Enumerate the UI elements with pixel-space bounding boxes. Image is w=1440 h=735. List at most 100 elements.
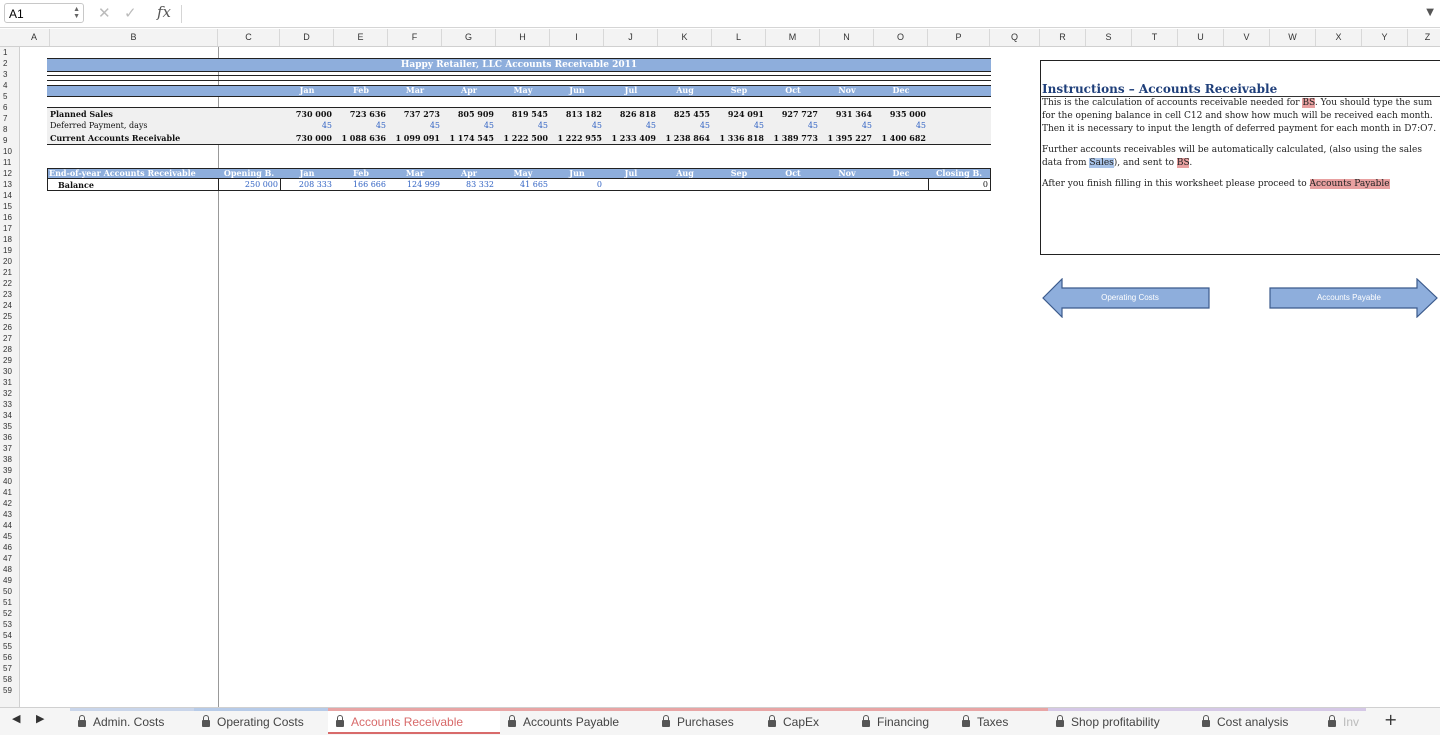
row-header-2[interactable]: 2 [0, 58, 18, 69]
current-ar-cell[interactable]: 1 233 409 [602, 132, 656, 144]
row-header-23[interactable]: 23 [0, 289, 18, 300]
row-header-53[interactable]: 53 [0, 619, 18, 630]
balance-cell[interactable]: 0 [548, 179, 602, 191]
column-header-x[interactable]: X [1316, 29, 1362, 46]
row-header-58[interactable]: 58 [0, 674, 18, 685]
planned-sales-cell[interactable]: 730 000 [278, 108, 332, 120]
next-sheet-label[interactable]: Accounts Payable [1271, 292, 1427, 304]
row-header-33[interactable]: 33 [0, 399, 18, 410]
bs-link[interactable]: BS [1176, 158, 1190, 168]
column-header-m[interactable]: M [766, 29, 820, 46]
deferred-payment-cell[interactable]: 45 [494, 120, 548, 132]
row-header-27[interactable]: 27 [0, 333, 18, 344]
column-header-d[interactable]: D [280, 29, 334, 46]
function-icon[interactable]: fx [157, 3, 171, 21]
planned-sales-cell[interactable]: 723 636 [332, 108, 386, 120]
sheet-tab[interactable]: Accounts Payable [500, 708, 654, 734]
column-header-q[interactable]: Q [990, 29, 1040, 46]
row-header-24[interactable]: 24 [0, 300, 18, 311]
balance-cell[interactable]: 166 666 [332, 179, 386, 191]
row-header-4[interactable]: 4 [0, 80, 18, 91]
sheet-tab[interactable]: Taxes [954, 708, 1048, 734]
deferred-payment-cell[interactable]: 45 [872, 120, 926, 132]
row-header-54[interactable]: 54 [0, 630, 18, 641]
row-header-7[interactable]: 7 [0, 113, 18, 124]
current-ar-cell[interactable]: 1 222 500 [494, 132, 548, 144]
current-ar-cell[interactable]: 1 174 545 [440, 132, 494, 144]
row-header-12[interactable]: 12 [0, 168, 18, 179]
row-header-15[interactable]: 15 [0, 201, 18, 212]
column-header-v[interactable]: V [1224, 29, 1270, 46]
row-header-11[interactable]: 11 [0, 157, 18, 168]
row-header-25[interactable]: 25 [0, 311, 18, 322]
column-header-e[interactable]: E [334, 29, 388, 46]
row-header-14[interactable]: 14 [0, 190, 18, 201]
row-header-17[interactable]: 17 [0, 223, 18, 234]
sheet-tab[interactable]: Financing [854, 708, 954, 734]
sheet-tab[interactable]: Shop profitability [1048, 708, 1194, 734]
column-header-y[interactable]: Y [1362, 29, 1408, 46]
planned-sales-cell[interactable]: 825 455 [656, 108, 710, 120]
deferred-payment-cell[interactable]: 45 [332, 120, 386, 132]
row-header-3[interactable]: 3 [0, 69, 18, 80]
name-box-stepper-icon[interactable]: ▲ ▼ [73, 6, 80, 20]
row-header-21[interactable]: 21 [0, 267, 18, 278]
column-header-k[interactable]: K [658, 29, 712, 46]
scroll-tabs-right-icon[interactable]: ▶ [36, 712, 44, 725]
row-header-31[interactable]: 31 [0, 377, 18, 388]
column-header-p[interactable]: P [928, 29, 990, 46]
row-header-39[interactable]: 39 [0, 465, 18, 476]
planned-sales-cell[interactable]: 935 000 [872, 108, 926, 120]
planned-sales-cell[interactable]: 737 273 [386, 108, 440, 120]
row-header-44[interactable]: 44 [0, 520, 18, 531]
row-header-37[interactable]: 37 [0, 443, 18, 454]
row-header-9[interactable]: 9 [0, 135, 18, 146]
deferred-payment-cell[interactable]: 45 [278, 120, 332, 132]
row-header-35[interactable]: 35 [0, 421, 18, 432]
column-header-w[interactable]: W [1270, 29, 1316, 46]
scroll-tabs-left-icon[interactable]: ◀ [12, 712, 20, 725]
row-header-59[interactable]: 59 [0, 685, 18, 696]
deferred-payment-cell[interactable]: 45 [656, 120, 710, 132]
column-header-z[interactable]: Z [1408, 29, 1440, 46]
sheet-tab[interactable]: Admin. Costs [70, 708, 194, 734]
planned-sales-cell[interactable]: 819 545 [494, 108, 548, 120]
row-header-8[interactable]: 8 [0, 124, 18, 135]
column-header-f[interactable]: F [388, 29, 442, 46]
column-header-n[interactable]: N [820, 29, 874, 46]
current-ar-cell[interactable]: 1 238 864 [656, 132, 710, 144]
column-header-r[interactable]: R [1040, 29, 1086, 46]
deferred-payment-cell[interactable]: 45 [386, 120, 440, 132]
sheet-tab[interactable]: Purchases [654, 708, 760, 734]
planned-sales-cell[interactable]: 931 364 [818, 108, 872, 120]
current-ar-cell[interactable]: 1 099 091 [386, 132, 440, 144]
row-header-41[interactable]: 41 [0, 487, 18, 498]
row-header-10[interactable]: 10 [0, 146, 18, 157]
row-header-16[interactable]: 16 [0, 212, 18, 223]
column-header-b[interactable]: B [50, 29, 218, 46]
row-header-42[interactable]: 42 [0, 498, 18, 509]
current-ar-cell[interactable]: 1 400 682 [872, 132, 926, 144]
cancel-icon[interactable]: ✕ [98, 4, 111, 22]
opening-balance-cell[interactable]: 250 000 [224, 179, 278, 191]
row-header-34[interactable]: 34 [0, 410, 18, 421]
add-sheet-button[interactable]: + [1384, 710, 1397, 729]
accounts-payable-link[interactable]: Accounts Payable [1309, 179, 1390, 189]
column-header-g[interactable]: G [442, 29, 496, 46]
planned-sales-cell[interactable]: 924 091 [710, 108, 764, 120]
deferred-payment-cell[interactable]: 45 [710, 120, 764, 132]
row-header-13[interactable]: 13 [0, 179, 18, 190]
current-ar-cell[interactable]: 1 088 636 [332, 132, 386, 144]
row-header-36[interactable]: 36 [0, 432, 18, 443]
balance-cell[interactable]: 208 333 [278, 179, 332, 191]
row-header-55[interactable]: 55 [0, 641, 18, 652]
column-header-c[interactable]: C [218, 29, 280, 46]
row-header-19[interactable]: 19 [0, 245, 18, 256]
column-header-j[interactable]: J [604, 29, 658, 46]
row-header-52[interactable]: 52 [0, 608, 18, 619]
row-header-29[interactable]: 29 [0, 355, 18, 366]
deferred-payment-cell[interactable]: 45 [440, 120, 494, 132]
deferred-payment-cell[interactable]: 45 [818, 120, 872, 132]
sales-link[interactable]: Sales [1089, 158, 1114, 168]
deferred-payment-cell[interactable]: 45 [548, 120, 602, 132]
